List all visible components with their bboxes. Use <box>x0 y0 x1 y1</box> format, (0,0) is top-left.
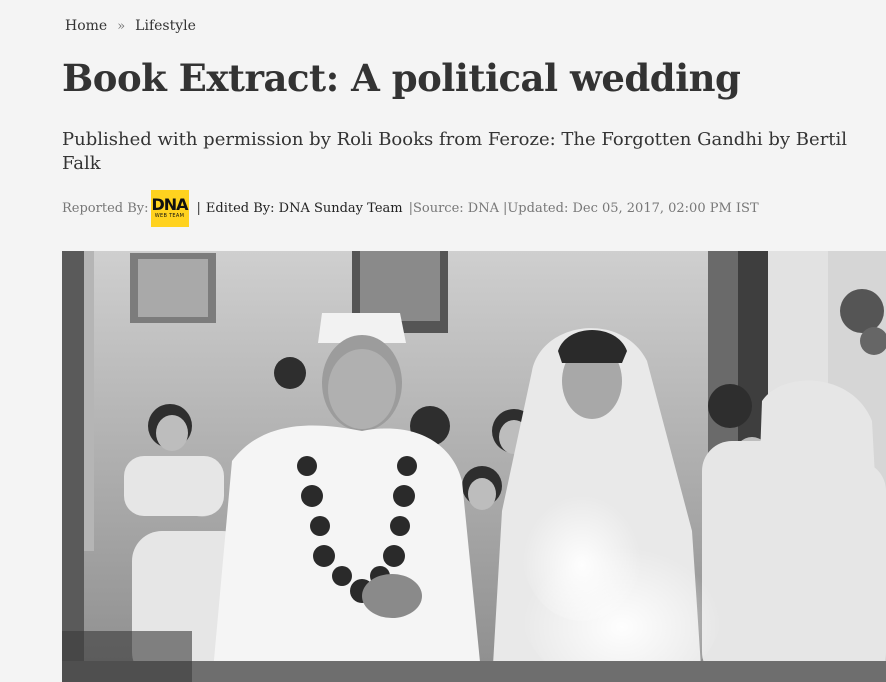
dna-logo-subtext: WEB TEAM <box>154 213 185 219</box>
breadcrumb-lifestyle-link[interactable]: Lifestyle <box>135 18 196 34</box>
article-hero-image <box>62 251 886 682</box>
article-byline: Reported By: DNA WEB TEAM | Edited By: D… <box>62 189 759 227</box>
breadcrumb-separator: » <box>117 18 126 34</box>
article-title: Book Extract: A political wedding <box>62 56 741 100</box>
edited-by-text: Edited By: DNA Sunday Team <box>205 200 403 216</box>
article-subtitle: Published with permission by Roli Books … <box>62 129 848 174</box>
source-text: |Source: DNA <box>408 200 499 216</box>
byline-divider: | <box>196 200 201 216</box>
dna-web-team-logo[interactable]: DNA WEB TEAM <box>150 189 189 227</box>
breadcrumb: Home » Lifestyle <box>65 18 196 34</box>
dna-logo-text: DNA <box>151 195 188 214</box>
reported-by-label: Reported By: <box>62 200 149 216</box>
breadcrumb-home-link[interactable]: Home <box>65 18 107 34</box>
wedding-photo-illustration <box>62 251 886 682</box>
updated-date-text: |Updated: Dec 05, 2017, 02:00 PM IST <box>502 200 759 216</box>
